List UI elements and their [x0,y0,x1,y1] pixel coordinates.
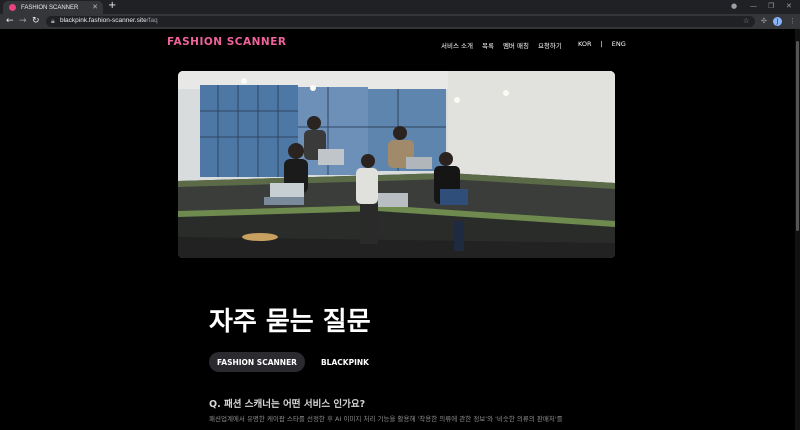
site-nav: 서비스 소개 목록 멤버 매칭 요청하기 [441,40,562,50]
forward-icon[interactable]: → [19,16,27,26]
browser-tab[interactable]: FASHION SCANNER ✕ [3,1,103,14]
browser-tabbar: FASHION SCANNER ✕ + ● — ❐ ✕ [0,0,800,14]
language-switcher: KOR | ENG [578,40,626,48]
back-icon[interactable]: ← [6,16,14,26]
nav-item-request[interactable]: 요청하기 [538,40,562,50]
url-path: /faq [146,17,158,24]
plus-icon[interactable]: + [108,0,116,11]
lock-icon: 🔒︎ [51,17,55,25]
url-field[interactable]: 🔒︎ blackpink.fashion-scanner.site/faq [46,16,755,27]
url-text: blackpink.fashion-scanner.site/faq [60,17,158,24]
puzzle-icon[interactable]: ✣ [761,17,767,25]
record-icon[interactable]: ● [731,2,737,10]
scrollbar-thumb[interactable] [796,41,799,231]
tab-title: FASHION SCANNER [21,4,79,11]
hero-team-photo [178,71,615,258]
star-icon[interactable]: ☆ [743,17,749,25]
lang-separator: | [600,40,603,48]
tab-fashion-scanner[interactable]: FASHION SCANNER [209,352,305,372]
window-close-icon[interactable]: ✕ [786,2,792,10]
nav-item-service-intro[interactable]: 서비스 소개 [441,40,473,50]
maximize-icon[interactable]: ❐ [768,2,774,10]
url-host: blackpink.fashion-scanner.site [60,17,147,24]
nav-item-list[interactable]: 목록 [482,40,494,50]
profile-avatar[interactable]: J [773,17,782,26]
nav-item-member-matching[interactable]: 멤버 매칭 [503,40,529,50]
menu-icon[interactable]: ⋮ [789,17,796,25]
faq-answer: 패션업계에서 유명한 케이팝 스타를 선정한 후 AI 이미지 처리 기능을 활… [209,415,563,423]
close-icon[interactable]: ✕ [92,3,98,11]
page-title: 자주 묻는 질문 [209,307,371,337]
faq-question[interactable]: Q. 패션 스캐너는 어떤 서비스 인가요? [209,396,365,410]
faq-category-tabs: FASHION SCANNER BLACKPINK [209,352,377,372]
lang-eng[interactable]: ENG [612,40,626,48]
lang-kor[interactable]: KOR [578,40,592,48]
address-bar: ← → ↻ 🔒︎ blackpink.fashion-scanner.site/… [0,14,800,29]
minimize-icon[interactable]: — [750,2,757,10]
tab-blackpink[interactable]: BLACKPINK [313,352,377,372]
site-logo[interactable]: FASHION SCANNER [167,36,286,48]
page-scrollbar[interactable] [795,29,800,430]
favicon-icon [9,4,16,11]
reload-icon[interactable]: ↻ [32,16,40,26]
